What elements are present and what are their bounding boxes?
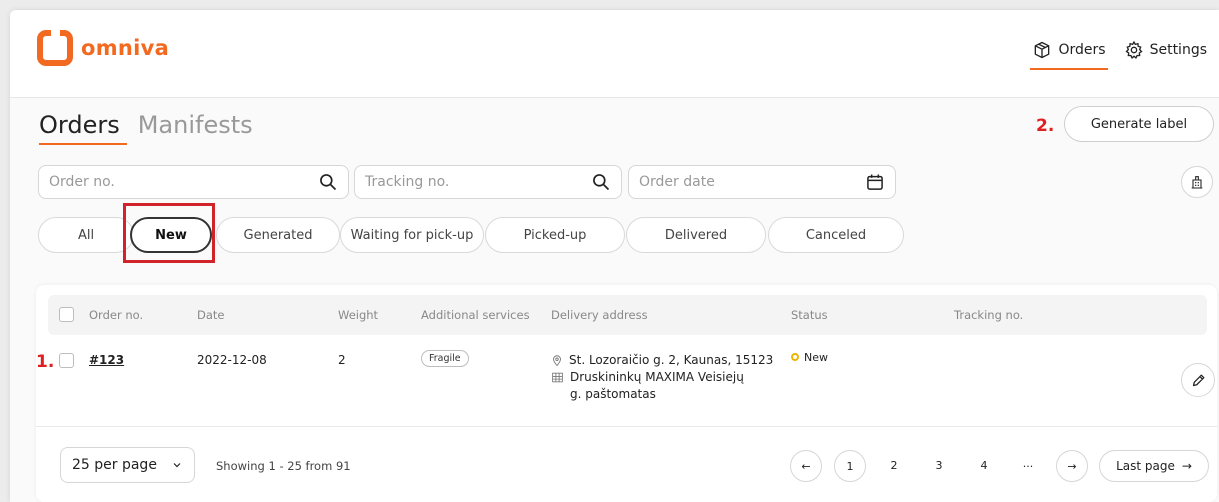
order-date-field[interactable]	[628, 165, 896, 199]
order-number-link[interactable]: #123	[89, 353, 124, 367]
order-no-field[interactable]	[38, 165, 349, 199]
top-navigation: Orders Settings	[1030, 36, 1207, 70]
tab-manifests[interactable]: Manifests	[138, 111, 253, 145]
status-label: New	[804, 351, 828, 364]
tracking-no-input[interactable]	[365, 174, 562, 190]
page-ellipsis: ...	[1022, 457, 1034, 470]
status-tab-all[interactable]: All	[38, 217, 134, 253]
column-date[interactable]: Date	[197, 308, 225, 322]
next-page-button[interactable]: →	[1056, 450, 1088, 482]
tracking-no-field[interactable]	[354, 165, 622, 199]
nav-settings-label: Settings	[1149, 42, 1207, 58]
orders-table: Order no. Date Weight Additional service…	[36, 285, 1217, 502]
status-tab-canceled[interactable]: Canceled	[768, 217, 904, 253]
column-tracking-no[interactable]: Tracking no.	[954, 308, 1023, 322]
terminal-name-cont: g. paštomatas	[570, 387, 656, 401]
parcel-terminal-icon	[552, 372, 563, 383]
showing-range: Showing 1 - 25 from 91	[216, 459, 351, 473]
search-icon[interactable]	[591, 172, 611, 192]
column-weight[interactable]: Weight	[338, 308, 378, 322]
page-4-link[interactable]: 4	[974, 459, 994, 472]
per-page-select[interactable]: 25 per page	[60, 447, 195, 483]
service-tag-fragile: Fragile	[421, 350, 469, 367]
omniva-logo-icon	[37, 29, 73, 66]
nav-orders[interactable]: Orders	[1030, 36, 1108, 70]
column-status[interactable]: Status	[791, 308, 828, 322]
nav-orders-label: Orders	[1058, 42, 1106, 58]
step-2-annotation: 2.	[1036, 116, 1055, 136]
nav-settings[interactable]: Settings	[1124, 36, 1207, 64]
last-page-button[interactable]: Last page →	[1099, 450, 1209, 482]
status-tab-picked-up[interactable]: Picked-up	[485, 217, 625, 253]
column-delivery-address[interactable]: Delivery address	[551, 308, 648, 322]
calendar-icon[interactable]	[865, 172, 885, 192]
brand-name: omniva	[81, 36, 170, 60]
order-weight: 2	[338, 353, 346, 367]
delivery-address: St. Lozoraičio g. 2, Kaunas, 15123 Drusk…	[551, 352, 781, 403]
page-1-button[interactable]: 1	[834, 450, 866, 482]
status-tab-waiting[interactable]: Waiting for pick-up	[340, 217, 484, 253]
organization-button[interactable]	[1181, 166, 1213, 198]
last-page-label: Last page	[1116, 459, 1175, 473]
status-badge: New	[791, 351, 828, 364]
column-additional-services[interactable]: Additional services	[421, 308, 530, 322]
generate-label-button[interactable]: Generate label	[1064, 106, 1214, 142]
table-header: Order no. Date Weight Additional service…	[48, 295, 1207, 335]
order-date-input[interactable]	[639, 174, 836, 190]
chevron-down-icon	[173, 463, 181, 468]
page-tabs: Orders Manifests	[39, 111, 253, 145]
page-2-link[interactable]: 2	[884, 459, 904, 472]
order-date: 2022-12-08	[197, 353, 267, 367]
box-icon	[1035, 41, 1050, 59]
edit-order-button[interactable]	[1181, 363, 1215, 397]
header: omniva Orders Settings	[10, 10, 1219, 98]
status-tab-generated[interactable]: Generated	[216, 217, 340, 253]
terminal-name: Druskininkų MAXIMA Veisiejų	[570, 370, 744, 384]
status-dot-icon	[791, 353, 799, 361]
row-checkbox[interactable]	[59, 353, 74, 368]
column-order-no[interactable]: Order no.	[89, 308, 143, 322]
location-pin-icon	[553, 355, 561, 367]
pencil-icon	[1192, 374, 1204, 386]
new-tab-highlight	[123, 203, 215, 263]
tab-orders[interactable]: Orders	[39, 111, 127, 145]
page-3-link[interactable]: 3	[929, 459, 949, 472]
per-page-value: 25 per page	[72, 457, 157, 473]
prev-page-button[interactable]: ←	[790, 450, 822, 482]
search-icon[interactable]	[318, 172, 338, 192]
step-1-annotation: 1.	[36, 352, 55, 372]
arrow-right-icon: →	[1181, 459, 1192, 473]
order-no-input[interactable]	[49, 174, 281, 190]
address-line: St. Lozoraičio g. 2, Kaunas, 15123	[569, 353, 774, 367]
app-window: omniva Orders Settings Orders Manifests	[10, 10, 1219, 502]
building-icon	[1191, 176, 1203, 189]
status-tab-delivered[interactable]: Delivered	[626, 217, 766, 253]
gear-icon	[1125, 40, 1143, 59]
logo[interactable]: omniva	[37, 29, 170, 66]
table-row: 1. #123 2022-12-08 2 Fragile St. Lozorai…	[36, 345, 1217, 427]
select-all-checkbox[interactable]	[59, 307, 74, 322]
